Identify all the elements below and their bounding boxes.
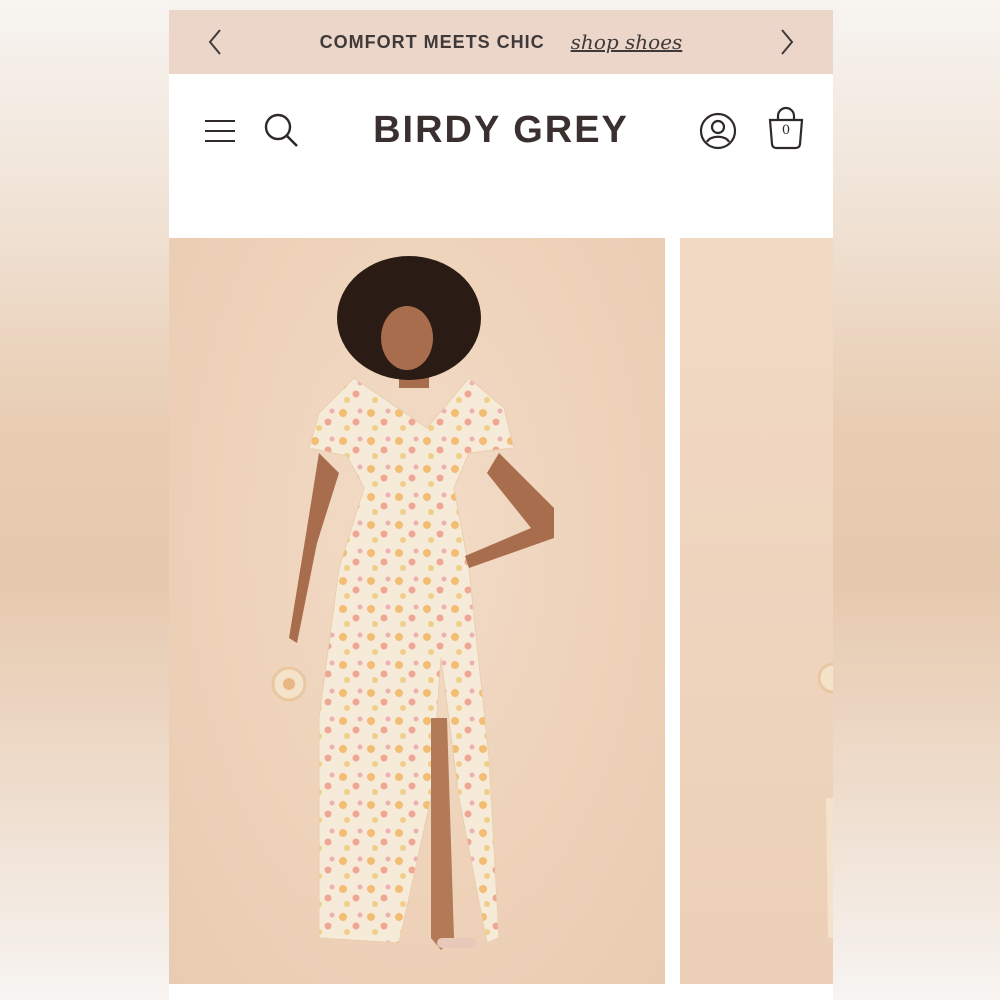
chevron-left-icon xyxy=(208,29,221,55)
product-gallery xyxy=(169,238,833,1000)
product-photo-next-image xyxy=(817,662,833,938)
cart-count: 0 xyxy=(781,123,791,138)
product-photo-next[interactable] xyxy=(680,238,833,984)
promo-banner: COMFORT MEETS CHIC shop shoes xyxy=(169,10,833,74)
background-blur-right xyxy=(833,0,1000,1000)
site-header: BIRDY GREY 0 xyxy=(169,74,833,238)
background-blur-left xyxy=(0,0,169,1000)
promo-next-button[interactable] xyxy=(769,24,805,60)
promo-prev-button[interactable] xyxy=(197,24,233,60)
chevron-right-icon xyxy=(781,29,794,55)
shop-shoes-link[interactable]: shop shoes xyxy=(571,30,683,54)
promo-text: COMFORT MEETS CHIC xyxy=(319,31,545,52)
product-photo-main[interactable] xyxy=(169,238,665,984)
account-icon xyxy=(699,112,737,150)
cart-button[interactable]: 0 xyxy=(763,104,809,152)
account-button[interactable] xyxy=(697,110,739,152)
model-in-floral-maxi-dress-image xyxy=(271,256,554,950)
phone-screen: COMFORT MEETS CHIC shop shoes BIRDY GREY xyxy=(169,10,833,1000)
